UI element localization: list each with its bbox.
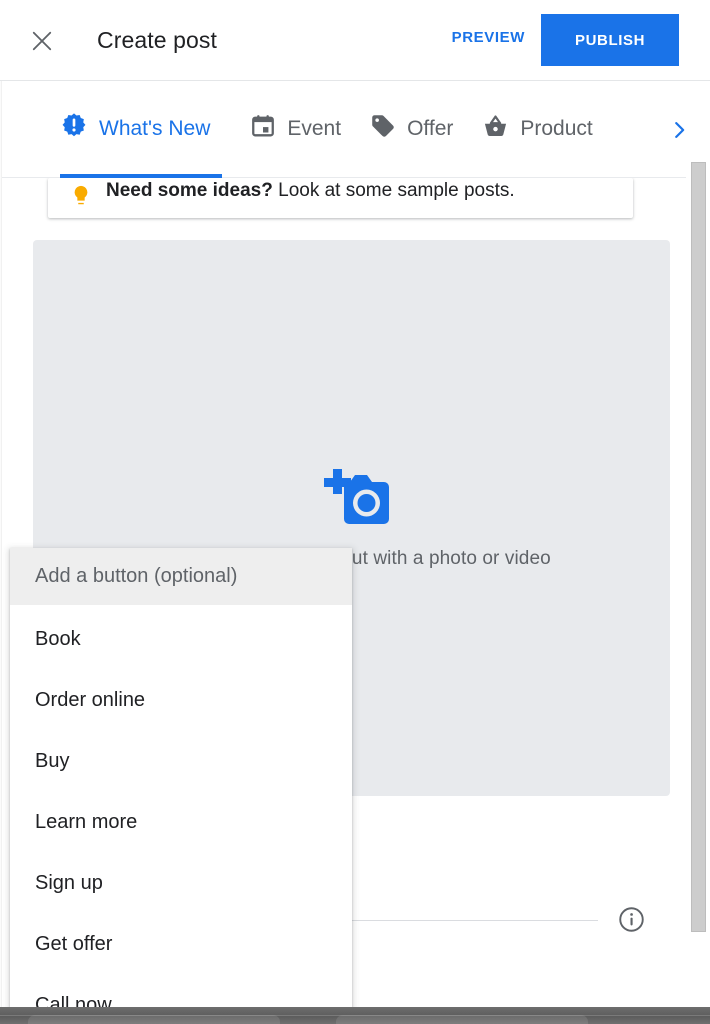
dropdown-header-label: Add a button (optional) — [10, 548, 352, 605]
tab-whats-new-label: What's New — [99, 117, 211, 140]
info-circle-icon[interactable] — [616, 904, 646, 934]
dropdown-item-order-online[interactable]: Order online — [10, 670, 352, 731]
calendar-icon — [250, 113, 276, 145]
left-panel-edge — [0, 81, 2, 1024]
vertical-scrollbar-thumb[interactable] — [691, 162, 706, 932]
tab-event-label: Event — [287, 117, 342, 140]
page-title: Create post — [97, 27, 217, 53]
dropdown-item-sign-up[interactable]: Sign up — [10, 853, 352, 914]
chrome-tab-notch-left — [28, 1015, 280, 1024]
tab-event[interactable]: Event — [250, 81, 341, 178]
app-header: Create post PREVIEW PUBLISH — [0, 0, 710, 81]
add-photo-camera-icon — [315, 467, 389, 534]
tag-icon — [370, 113, 396, 145]
dropdown-item-book[interactable]: Book — [10, 609, 352, 670]
tab-whats-new[interactable]: What's New — [60, 81, 223, 178]
tab-offer-label: Offer — [407, 117, 454, 140]
tab-offer[interactable]: Offer — [370, 81, 453, 178]
banner-rest-text: Look at some sample posts. — [272, 180, 515, 201]
sample-posts-banner[interactable]: Need some ideas? Look at some sample pos… — [48, 178, 633, 218]
dropdown-item-buy[interactable]: Buy — [10, 731, 352, 792]
preview-button[interactable]: PREVIEW — [452, 29, 525, 46]
vertical-scrollbar[interactable] — [686, 162, 710, 1024]
chrome-tab-notch-right — [336, 1015, 588, 1024]
lightbulb-icon — [70, 184, 92, 213]
post-type-tabs: What's New Event Offer Product — [0, 81, 710, 178]
tab-product-label: Product — [520, 117, 593, 140]
tab-product[interactable]: Product — [482, 81, 593, 178]
publish-button[interactable]: PUBLISH — [541, 14, 679, 66]
banner-bold-text: Need some ideas? — [106, 180, 273, 201]
create-post-screen: Create post PREVIEW PUBLISH Need some id… — [0, 0, 710, 1024]
add-button-dropdown: Add a button (optional) Book Order onlin… — [10, 548, 352, 1024]
dropdown-option-list: Book Order online Buy Learn more Sign up… — [10, 605, 352, 1024]
browser-chrome-edge — [0, 1007, 710, 1024]
shopping-basket-icon — [482, 113, 509, 146]
dropdown-item-get-offer[interactable]: Get offer — [10, 914, 352, 975]
whats-new-badge-icon — [60, 112, 88, 146]
dropdown-item-learn-more[interactable]: Learn more — [10, 792, 352, 853]
sample-posts-banner-text: Need some ideas? Look at some sample pos… — [106, 181, 515, 201]
close-icon[interactable] — [24, 23, 60, 59]
